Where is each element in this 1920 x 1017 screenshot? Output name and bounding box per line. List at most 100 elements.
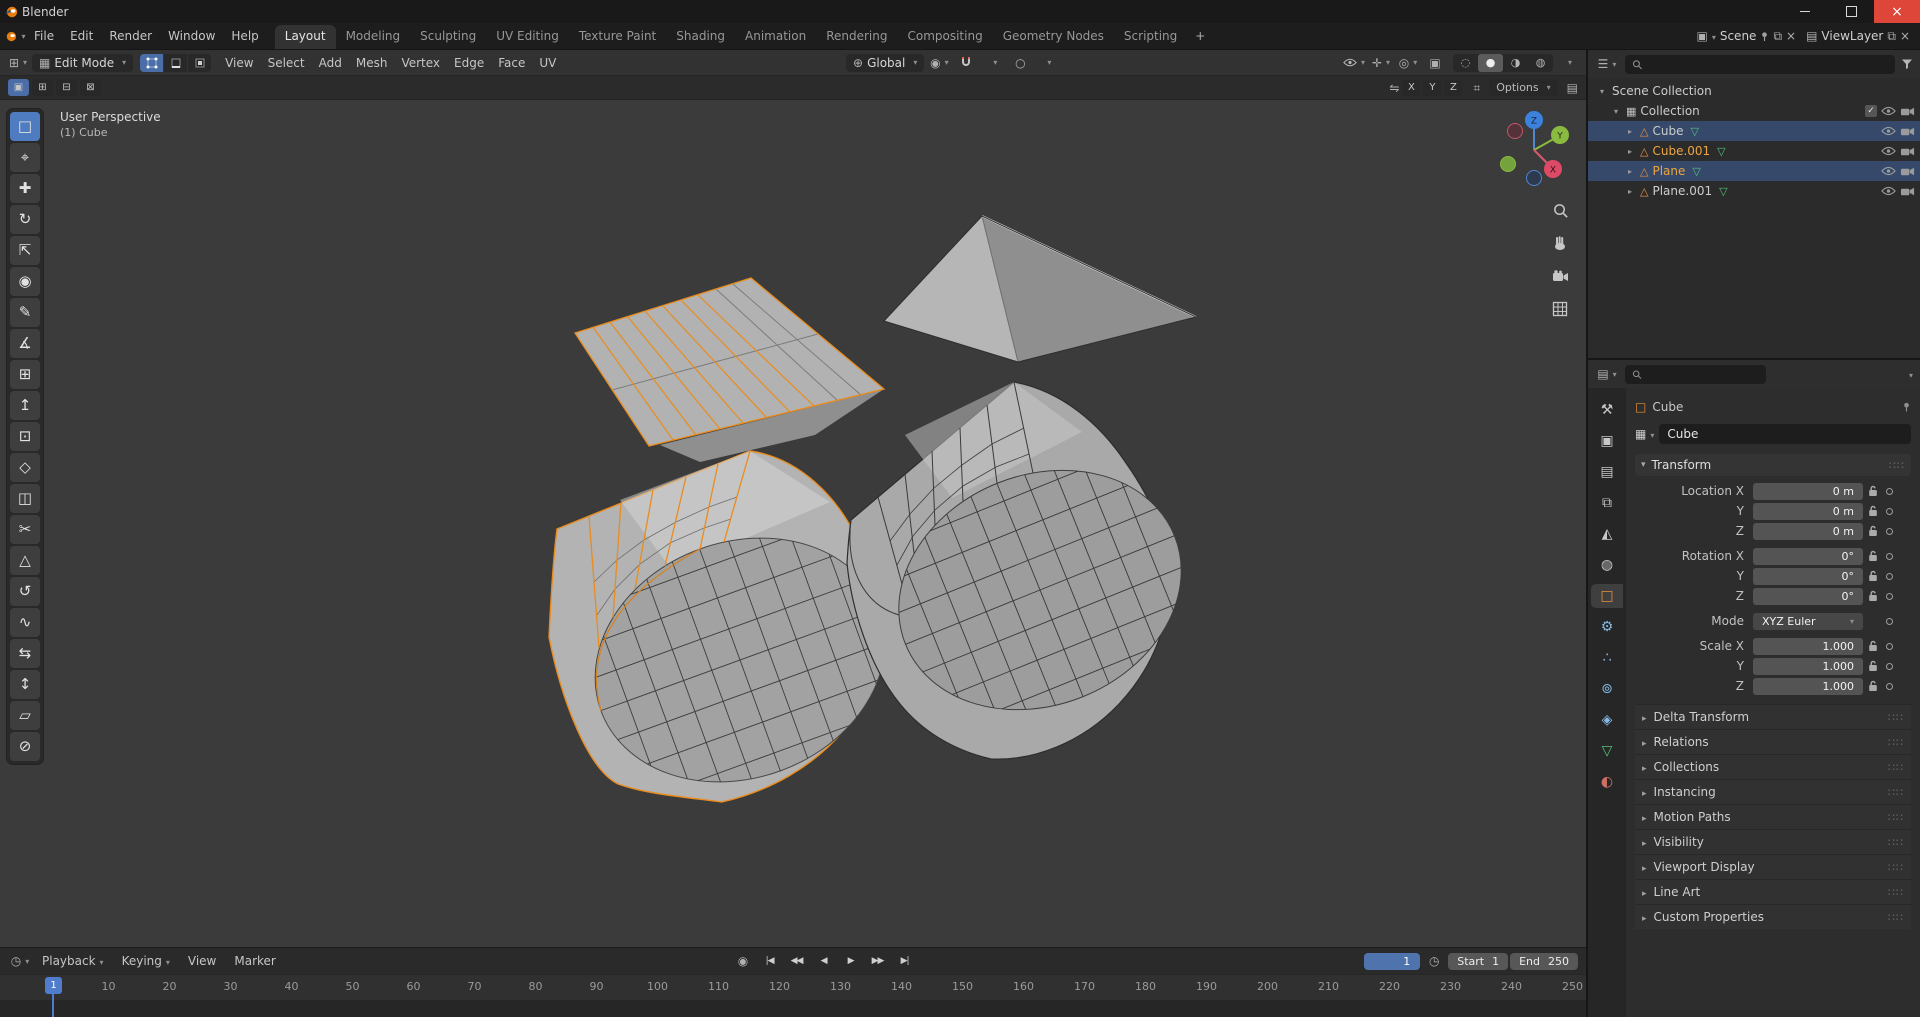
remove-view-layer-icon[interactable]: × bbox=[1900, 30, 1910, 42]
workspace-tab-texture-paint[interactable]: Texture Paint bbox=[569, 25, 666, 49]
number-field[interactable]: 0 m bbox=[1753, 523, 1863, 540]
view-layer-selector[interactable]: ▤ ViewLayer ⧉ × bbox=[1806, 29, 1910, 43]
close-button[interactable] bbox=[1874, 0, 1920, 23]
viewport-canvas[interactable] bbox=[0, 100, 1586, 947]
scene-selector[interactable]: ▣ Scene ⧉ × bbox=[1696, 29, 1796, 43]
hide-in-viewport-icon[interactable] bbox=[1881, 146, 1896, 156]
outliner-editor-type-button[interactable]: ☰ bbox=[1595, 55, 1619, 73]
select-box-tool[interactable]: □ bbox=[10, 112, 40, 141]
pin-icon[interactable] bbox=[1902, 401, 1911, 413]
mirror-y-toggle[interactable]: Y bbox=[1423, 80, 1441, 96]
animate-dot-icon[interactable] bbox=[1883, 640, 1895, 652]
zoom-icon[interactable] bbox=[1550, 200, 1570, 220]
previous-keyframe-button[interactable]: ◀◀ bbox=[784, 952, 809, 970]
knife-tool[interactable]: ✂ bbox=[10, 515, 40, 544]
remove-scene-icon[interactable]: × bbox=[1786, 30, 1796, 42]
playhead[interactable]: 1 bbox=[45, 977, 62, 994]
jump-to-start-button[interactable]: |◀ bbox=[757, 952, 782, 970]
next-keyframe-button[interactable]: ▶▶ bbox=[865, 952, 890, 970]
hide-in-viewport-icon[interactable] bbox=[1881, 166, 1896, 176]
rotate-tool[interactable]: ↻ bbox=[10, 205, 40, 234]
number-field[interactable]: 0° bbox=[1753, 568, 1863, 585]
workspace-tab-shading[interactable]: Shading bbox=[666, 25, 735, 49]
cursor-tool[interactable]: ⌖ bbox=[10, 143, 40, 172]
workspace-tab-compositing[interactable]: Compositing bbox=[897, 25, 992, 49]
expand-triangle-icon[interactable] bbox=[1610, 107, 1622, 116]
material-preview-button[interactable]: ◑ bbox=[1503, 54, 1528, 72]
number-field[interactable]: 1.000 bbox=[1753, 638, 1863, 655]
minimize-button[interactable] bbox=[1782, 0, 1828, 23]
menu-file[interactable]: File bbox=[26, 26, 62, 46]
menu-render[interactable]: Render bbox=[101, 26, 160, 46]
lock-icon[interactable] bbox=[1863, 590, 1883, 602]
transform-panel-header[interactable]: Transform bbox=[1635, 454, 1911, 476]
properties-tab-scene[interactable]: ◭ bbox=[1591, 522, 1623, 546]
outliner-item-plane-001[interactable]: Plane.001 bbox=[1588, 181, 1920, 201]
menu-help[interactable]: Help bbox=[223, 26, 266, 46]
snap-magnet-toggle[interactable] bbox=[954, 54, 978, 72]
axis-negative-y[interactable] bbox=[1501, 157, 1516, 172]
disable-in-renders-icon[interactable] bbox=[1900, 186, 1915, 197]
properties-tab-object[interactable]: □ bbox=[1591, 584, 1623, 608]
animate-dot-icon[interactable] bbox=[1883, 570, 1895, 582]
poly-build-tool[interactable]: △ bbox=[10, 546, 40, 575]
properties-section-row[interactable]: Viewport Display bbox=[1635, 854, 1911, 879]
rip-region-tool[interactable]: ⊘ bbox=[10, 732, 40, 761]
vertex-select-mode-button[interactable] bbox=[140, 54, 163, 72]
select-mode-invert-button[interactable]: ⊠ bbox=[80, 79, 101, 96]
timeline-editor-type-button[interactable]: ◷ bbox=[8, 952, 32, 970]
orthographic-toggle-icon[interactable] bbox=[1550, 299, 1570, 319]
disable-in-renders-icon[interactable] bbox=[1900, 166, 1915, 177]
object-name-field[interactable]: Cube bbox=[1659, 424, 1911, 444]
lock-icon[interactable] bbox=[1863, 680, 1883, 692]
edge-slide-tool[interactable]: ⇆ bbox=[10, 639, 40, 668]
plane-001-mesh[interactable] bbox=[884, 216, 1196, 362]
current-frame-field[interactable]: 1 bbox=[1364, 953, 1420, 970]
animate-dot-icon[interactable] bbox=[1883, 590, 1895, 602]
select-mode-new-button[interactable]: ▣ bbox=[8, 79, 29, 96]
number-field[interactable]: 0 m bbox=[1753, 483, 1863, 500]
properties-tab-output[interactable]: ▤ bbox=[1591, 460, 1623, 484]
viewport-menu-face[interactable]: Face bbox=[491, 53, 532, 73]
axis-negative-x[interactable] bbox=[1508, 124, 1523, 139]
auto-keying-toggle[interactable]: ◉ bbox=[731, 952, 755, 970]
collection-checkbox-icon[interactable] bbox=[1865, 105, 1877, 117]
mirror-z-toggle[interactable]: Z bbox=[1444, 80, 1462, 96]
hide-in-viewport-icon[interactable] bbox=[1881, 126, 1896, 136]
face-select-mode-button[interactable] bbox=[188, 54, 211, 72]
shear-tool[interactable]: ▱ bbox=[10, 701, 40, 730]
mode-dropdown[interactable]: ▦ Edit Mode bbox=[32, 54, 133, 72]
navigation-gizmo[interactable]: Z Y X bbox=[1492, 106, 1576, 190]
xray-toggle[interactable]: ▣ bbox=[1423, 54, 1447, 72]
animate-dot-icon[interactable] bbox=[1883, 485, 1895, 497]
filter-icon[interactable] bbox=[1901, 58, 1913, 70]
expand-triangle-icon[interactable] bbox=[1624, 127, 1636, 136]
animate-dot-icon[interactable] bbox=[1883, 660, 1895, 672]
show-gizmo-dropdown[interactable]: ✛ bbox=[1369, 54, 1393, 72]
annotate-tool[interactable]: ✎ bbox=[10, 298, 40, 327]
smooth-tool[interactable]: ∿ bbox=[10, 608, 40, 637]
play-button[interactable]: ▶ bbox=[838, 952, 863, 970]
proportional-falloff-dropdown[interactable] bbox=[1035, 54, 1059, 72]
object-data-icon[interactable] bbox=[1635, 427, 1654, 441]
workspace-tab-scripting[interactable]: Scripting bbox=[1114, 25, 1187, 49]
lock-icon[interactable] bbox=[1863, 505, 1883, 517]
wireframe-shading-button[interactable]: ◌ bbox=[1453, 54, 1478, 72]
properties-tab-data[interactable]: ▽ bbox=[1591, 739, 1623, 763]
lock-icon[interactable] bbox=[1863, 570, 1883, 582]
properties-section-row[interactable]: Custom Properties bbox=[1635, 904, 1911, 929]
menu-edit[interactable]: Edit bbox=[62, 26, 101, 46]
transform-tool[interactable]: ◉ bbox=[10, 267, 40, 296]
outliner-search[interactable] bbox=[1625, 55, 1895, 74]
add-workspace-button[interactable]: + bbox=[1187, 25, 1213, 49]
timeline-menu-keying[interactable]: Keying bbox=[114, 951, 178, 971]
maximize-button[interactable] bbox=[1828, 0, 1874, 23]
properties-section-row[interactable]: Visibility bbox=[1635, 829, 1911, 854]
proportional-editing-toggle[interactable]: ○ bbox=[1008, 54, 1032, 72]
spin-tool[interactable]: ↺ bbox=[10, 577, 40, 606]
measure-tool[interactable]: ∡ bbox=[10, 329, 40, 358]
object-visibility-dropdown[interactable] bbox=[1342, 54, 1366, 72]
frame-start-field[interactable]: Start 1 bbox=[1448, 953, 1508, 970]
properties-search[interactable] bbox=[1625, 365, 1766, 384]
animate-dot-icon[interactable] bbox=[1883, 680, 1895, 692]
